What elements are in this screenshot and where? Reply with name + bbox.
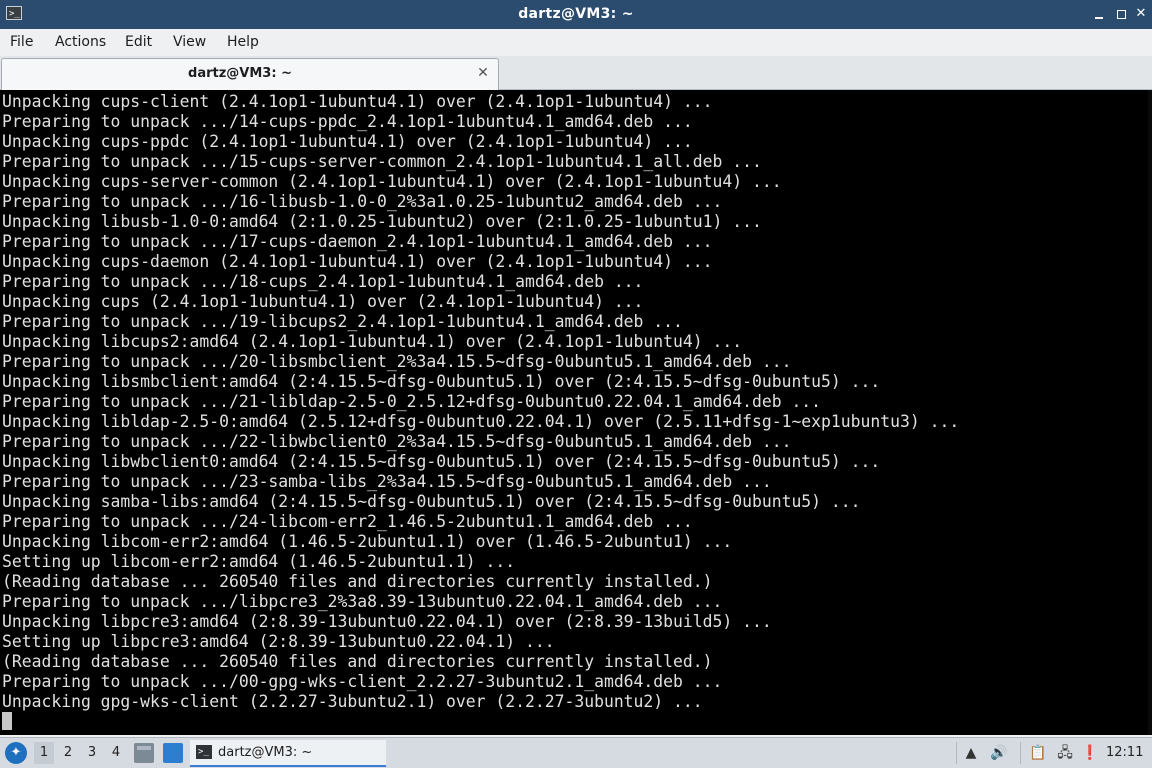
terminal-line: Unpacking cups (2.4.1op1-1ubuntu4.1) ove…	[2, 292, 644, 311]
menu-file[interactable]: File	[10, 29, 33, 56]
clock[interactable]: 12:11	[1106, 738, 1143, 768]
tray-separator	[956, 742, 957, 764]
show-desktop-icon[interactable]	[163, 743, 183, 763]
clipboard-icon[interactable]: 📋	[1028, 743, 1048, 763]
tab-terminal[interactable]: dartz@VM3: ~ ✕	[1, 58, 499, 90]
terminal-line: Setting up libpcre3:amd64 (2:8.39-13ubun…	[2, 632, 555, 651]
task-terminal[interactable]: >_ dartz@VM3: ~	[190, 740, 386, 767]
terminal-line: Unpacking libpcre3:amd64 (2:8.39-13ubunt…	[2, 612, 772, 631]
terminal-line: Unpacking cups-ppdc (2.4.1op1-1ubuntu4.1…	[2, 132, 693, 151]
menu-edit[interactable]: Edit	[125, 29, 152, 56]
volume-icon[interactable]: 🔊	[988, 743, 1010, 763]
tab-label: dartz@VM3: ~	[188, 66, 292, 81]
menu-actions[interactable]: Actions	[55, 29, 106, 56]
tab-bar: dartz@VM3: ~ ✕	[0, 56, 1152, 90]
terminal-line: Unpacking libcups2:amd64 (2.4.1op1-1ubun…	[2, 332, 743, 351]
text-cursor	[2, 712, 12, 730]
task-label: dartz@VM3: ~	[218, 745, 313, 760]
terminal-line: Preparing to unpack .../22-libwbclient0_…	[2, 432, 792, 451]
terminal-line: (Reading database ... 260540 files and d…	[2, 572, 713, 591]
terminal-window: >_ dartz@VM3: ~ ✕ File Actions Edit View…	[0, 0, 1152, 737]
terminal-line: Preparing to unpack .../15-cups-server-c…	[2, 152, 762, 171]
terminal-line: Preparing to unpack .../libpcre3_2%3a8.3…	[2, 592, 723, 611]
window-title: dartz@VM3: ~	[518, 6, 634, 22]
terminal-line: Unpacking gpg-wks-client (2.2.27-3ubuntu…	[2, 692, 703, 711]
minimize-icon	[1095, 16, 1103, 19]
terminal-lines: Unpacking cups-client (2.4.1op1-1ubuntu4…	[2, 92, 959, 712]
workspace-2[interactable]: 2	[58, 742, 78, 764]
taskbar: ✦ 1 2 3 4 >_ dartz@VM3: ~ ▲ 🔊 📋 🖧 ❗ 12:1…	[0, 737, 1152, 768]
terminal-line: Preparing to unpack .../23-samba-libs_2%…	[2, 472, 772, 491]
menu-bar: File Actions Edit View Help	[0, 29, 1152, 56]
network-icon[interactable]: 🖧	[1054, 743, 1076, 763]
up-arrow-icon[interactable]: ▲	[962, 743, 980, 763]
minimize-button[interactable]	[1090, 5, 1108, 23]
terminal-line: Unpacking cups-client (2.4.1op1-1ubuntu4…	[2, 92, 713, 111]
terminal-line: Preparing to unpack .../24-libcom-err2_1…	[2, 512, 693, 531]
tab-close-icon[interactable]: ✕	[476, 65, 490, 81]
terminal-icon: >_	[196, 745, 212, 759]
close-button[interactable]: ✕	[1132, 5, 1150, 23]
terminal-line: Preparing to unpack .../00-gpg-wks-clien…	[2, 672, 723, 691]
maximize-button[interactable]	[1112, 5, 1130, 23]
terminal-line: Preparing to unpack .../16-libusb-1.0-0_…	[2, 192, 723, 211]
menu-view[interactable]: View	[173, 29, 206, 56]
tray-separator	[1020, 742, 1021, 764]
terminal-line: Preparing to unpack .../19-libcups2_2.4.…	[2, 312, 683, 331]
terminal-output[interactable]: Unpacking cups-client (2.4.1op1-1ubuntu4…	[0, 90, 1152, 735]
terminal-line: (Reading database ... 260540 files and d…	[2, 652, 713, 671]
menu-help[interactable]: Help	[227, 29, 259, 56]
workspace-4[interactable]: 4	[106, 742, 126, 764]
terminal-line: Preparing to unpack .../20-libsmbclient_…	[2, 352, 792, 371]
terminal-line: Unpacking cups-server-common (2.4.1op1-1…	[2, 172, 782, 191]
terminal-line: Unpacking libusb-1.0-0:amd64 (2:1.0.25-1…	[2, 212, 762, 231]
notification-icon[interactable]: ❗	[1080, 743, 1100, 763]
workspace-3[interactable]: 3	[82, 742, 102, 764]
file-manager-icon[interactable]	[134, 743, 154, 763]
title-bar[interactable]: >_ dartz@VM3: ~ ✕	[0, 0, 1152, 29]
terminal-line: Unpacking libwbclient0:amd64 (2:4.15.5~d…	[2, 452, 881, 471]
terminal-scrollbar[interactable]	[1148, 90, 1152, 735]
terminal-line: Preparing to unpack .../18-cups_2.4.1op1…	[2, 272, 644, 291]
start-menu-icon[interactable]: ✦	[5, 742, 27, 764]
terminal-line: Unpacking libsmbclient:amd64 (2:4.15.5~d…	[2, 372, 881, 391]
terminal-line: Unpacking libldap-2.5-0:amd64 (2.5.12+df…	[2, 412, 960, 431]
terminal-line: Preparing to unpack .../14-cups-ppdc_2.4…	[2, 112, 693, 131]
terminal-line: Preparing to unpack .../21-libldap-2.5-0…	[2, 392, 822, 411]
terminal-line: Unpacking samba-libs:amd64 (2:4.15.5~dfs…	[2, 492, 861, 511]
terminal-line: Setting up libcom-err2:amd64 (1.46.5-2ub…	[2, 552, 516, 571]
terminal-line: Unpacking cups-daemon (2.4.1op1-1ubuntu4…	[2, 252, 713, 271]
workspace-1[interactable]: 1	[34, 742, 54, 764]
terminal-line: Preparing to unpack .../17-cups-daemon_2…	[2, 232, 713, 251]
terminal-line: Unpacking libcom-err2:amd64 (1.46.5-2ubu…	[2, 532, 733, 551]
maximize-icon	[1116, 10, 1126, 19]
close-icon: ✕	[1135, 6, 1147, 21]
